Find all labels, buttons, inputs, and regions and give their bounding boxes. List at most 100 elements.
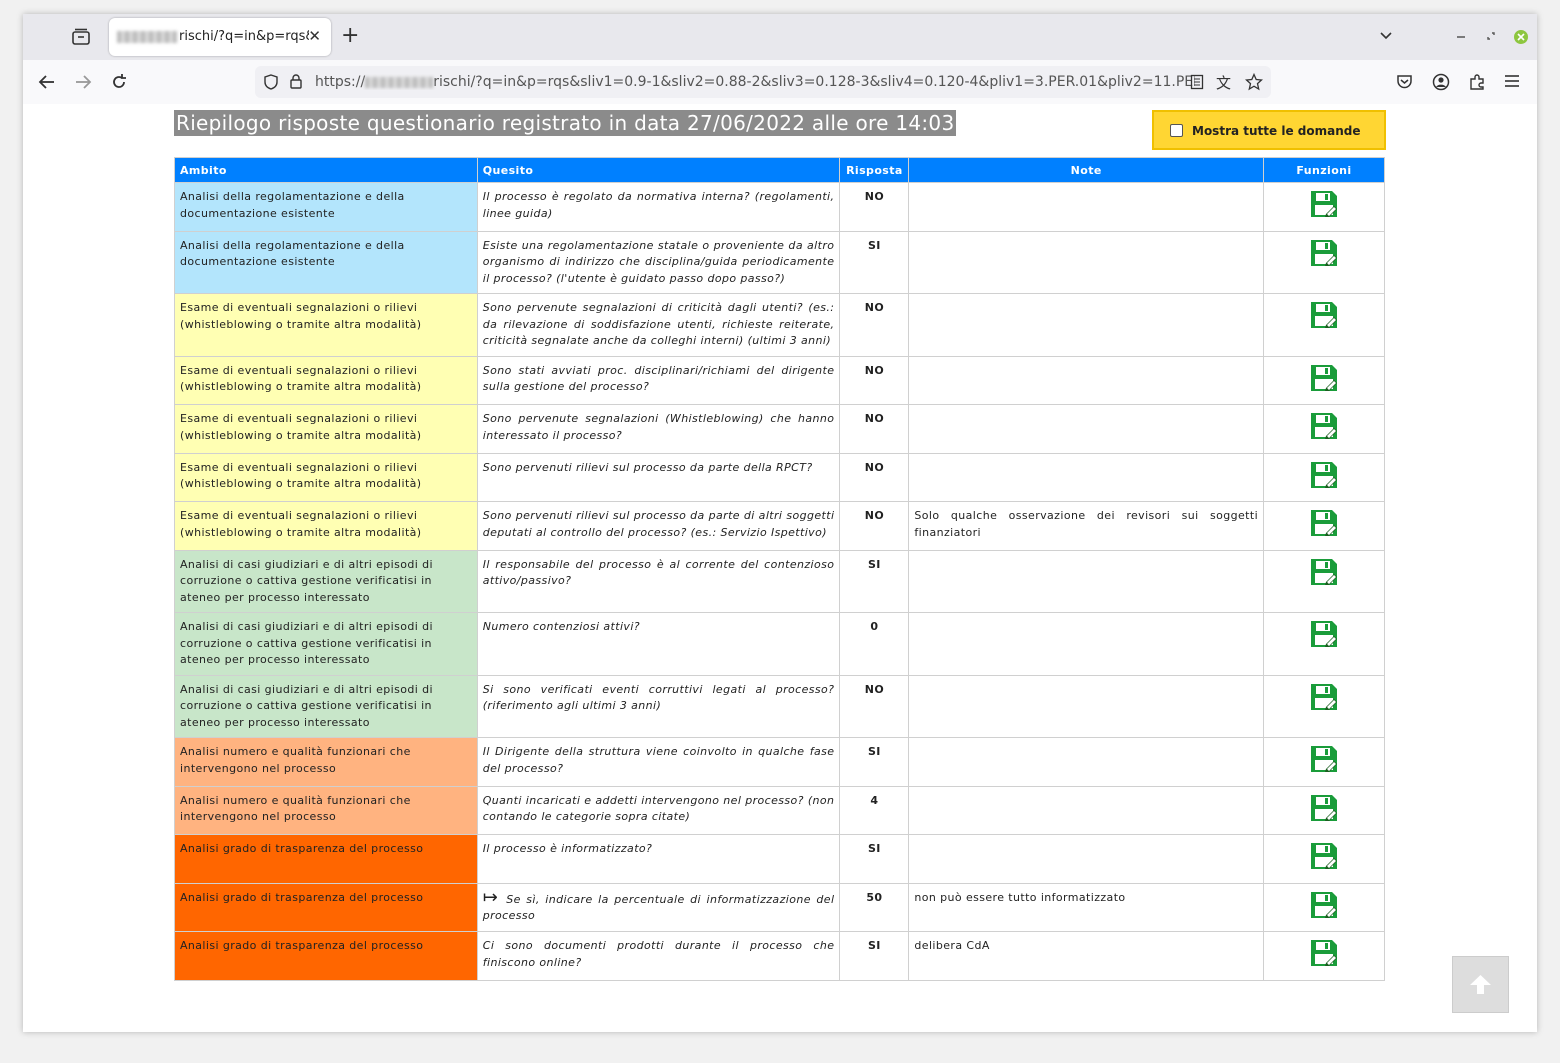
save-icon xyxy=(1311,746,1338,772)
note-cell: non può essere tutto informatizzato xyxy=(908,882,1265,932)
save-icon xyxy=(1311,239,1338,266)
reader-view-icon[interactable] xyxy=(1190,74,1204,90)
scroll-to-top-button[interactable] xyxy=(1452,956,1509,1013)
note-cell xyxy=(908,612,1265,676)
risposta-cell: SI xyxy=(839,549,910,613)
translate-icon[interactable]: 文 xyxy=(1216,72,1231,93)
risposta-cell: SI xyxy=(839,931,910,981)
pocket-icon[interactable] xyxy=(1396,73,1413,90)
funzioni-cell xyxy=(1263,230,1385,294)
ambito-text: Analisi di casi giudiziari e di altri ep… xyxy=(180,682,433,729)
funzioni-cell xyxy=(1263,404,1385,454)
edit-save-button[interactable] xyxy=(1309,191,1339,222)
minimize-icon[interactable] xyxy=(1457,35,1465,39)
edit-save-button[interactable] xyxy=(1309,746,1339,777)
funzioni-cell xyxy=(1263,785,1385,835)
quesito-cell: Sono pervenuti rilievi sul processo da p… xyxy=(476,452,841,502)
edit-save-button[interactable] xyxy=(1309,621,1339,652)
question-text: Il processo è regolato da normativa inte… xyxy=(482,190,835,220)
edit-save-button[interactable] xyxy=(1309,794,1339,826)
funzioni-cell xyxy=(1263,931,1385,981)
browser-tab[interactable]: rischi/?q=in&p=rqs&s ✕ xyxy=(109,18,331,56)
ambito-text: Analisi della regolamentazione e della d… xyxy=(180,238,405,269)
account-icon[interactable] xyxy=(1432,73,1450,91)
question-text: Il processo è informatizzato? xyxy=(482,842,653,855)
funzioni-cell xyxy=(1263,452,1385,502)
tracking-shield-icon[interactable] xyxy=(263,74,279,90)
table-row: Esame di eventuali segnalazioni o riliev… xyxy=(174,404,1385,454)
edit-save-button[interactable] xyxy=(1309,302,1339,333)
quesito-cell: Sono pervenute segnalazioni di criticità… xyxy=(476,293,841,357)
note-cell xyxy=(908,452,1265,502)
note-cell xyxy=(908,834,1265,884)
close-window-icon[interactable] xyxy=(1513,29,1529,45)
question-text: Sono pervenuti rilievi sul processo da p… xyxy=(482,460,813,474)
ambito-cell: Esame di eventuali segnalazioni o riliev… xyxy=(174,452,478,502)
bookmark-star-icon[interactable] xyxy=(1245,73,1263,91)
note-cell: delibera CdA xyxy=(908,931,1265,981)
edit-save-button[interactable] xyxy=(1309,413,1339,444)
address-bar[interactable]: https:// rischi/?q=in&p=rqs&sliv1=0.9-1&s… xyxy=(255,66,1271,98)
menu-icon[interactable] xyxy=(1505,75,1519,87)
tab-overview-icon[interactable] xyxy=(70,26,92,48)
ambito-text: Esame di eventuali segnalazioni o riliev… xyxy=(180,412,422,442)
question-text: Sono pervenuti rilievi sul processo da p… xyxy=(482,509,835,539)
edit-save-button[interactable] xyxy=(1309,940,1339,971)
quesito-cell: Il responsabile del processo è al corren… xyxy=(476,549,841,613)
show-all-questions-label: Mostra tutte le domande xyxy=(1192,124,1361,138)
ambito-text: Analisi della regolamentazione e della d… xyxy=(180,190,405,220)
edit-save-button[interactable] xyxy=(1309,461,1339,493)
page-title: Riepilogo risposte questionario registra… xyxy=(174,110,957,136)
table-row: Analisi della regolamentazione e della d… xyxy=(174,230,1385,294)
risposta-cell: NO xyxy=(839,674,910,738)
blurred-domain xyxy=(117,31,177,43)
edit-save-button[interactable] xyxy=(1309,364,1339,396)
restore-icon[interactable] xyxy=(1486,31,1496,41)
funzioni-cell xyxy=(1263,355,1385,405)
reload-icon[interactable] xyxy=(110,73,128,91)
new-tab-button[interactable]: + xyxy=(341,25,359,47)
ambito-text: Analisi numero e qualità funzionari che … xyxy=(180,793,411,824)
edit-save-button[interactable] xyxy=(1309,683,1339,715)
show-all-questions-checkbox[interactable] xyxy=(1170,124,1183,137)
save-icon xyxy=(1311,302,1338,328)
edit-save-button[interactable] xyxy=(1309,510,1339,541)
ambito-cell: Esame di eventuali segnalazioni o riliev… xyxy=(174,355,478,405)
risposta-cell: SI xyxy=(839,834,910,884)
url-path: rischi/?q=in&p=rqs&sliv1=0.9-1&sliv2=0.8… xyxy=(433,74,1195,90)
extensions-icon[interactable] xyxy=(1468,73,1486,91)
question-text: Sono pervenute segnalazioni (Whistleblow… xyxy=(482,412,835,442)
save-icon xyxy=(1311,794,1338,821)
back-icon[interactable] xyxy=(38,74,56,90)
table-row: Esame di eventuali segnalazioni o riliev… xyxy=(174,355,1385,405)
funzioni-cell xyxy=(1263,674,1385,738)
note-cell xyxy=(908,355,1265,405)
tab-close-icon[interactable]: ✕ xyxy=(308,27,321,45)
question-text: Numero contenziosi attivi? xyxy=(482,620,641,633)
edit-save-button[interactable] xyxy=(1309,558,1339,590)
show-all-questions-toggle[interactable]: Mostra tutte le domande xyxy=(1152,110,1386,150)
risposta-cell: 50 xyxy=(839,882,910,932)
save-icon xyxy=(1311,461,1338,488)
tab-list-chevron-icon[interactable] xyxy=(1379,31,1393,41)
quesito-cell: ↦ Se sì, indicare la percentuale di infor… xyxy=(476,882,841,932)
save-icon xyxy=(1311,683,1338,710)
funzioni-cell xyxy=(1263,882,1385,932)
quesito-cell: Sono stati avviati proc. disciplinari/ri… xyxy=(476,355,841,405)
blurred-domain xyxy=(365,76,434,88)
risposta-cell: SI xyxy=(839,230,910,294)
quesito-cell: Esiste una regolamentazione statale o pr… xyxy=(476,230,841,294)
risposta-cell: NO xyxy=(839,452,910,502)
edit-save-button[interactable] xyxy=(1309,239,1339,271)
ambito-cell: Analisi della regolamentazione e della d… xyxy=(174,182,478,232)
ambito-text: Analisi grado di trasparenza del process… xyxy=(180,842,424,855)
edit-save-button[interactable] xyxy=(1309,843,1339,874)
save-icon xyxy=(1311,891,1338,918)
edit-save-button[interactable] xyxy=(1309,891,1339,923)
lock-icon[interactable] xyxy=(289,73,303,90)
forward-icon[interactable] xyxy=(74,74,92,90)
ambito-cell: Analisi numero e qualità funzionari che … xyxy=(174,737,478,787)
quesito-cell: Il processo è informatizzato? xyxy=(476,834,841,884)
table-row: Analisi di casi giudiziari e di altri ep… xyxy=(174,612,1385,676)
ambito-text: Esame di eventuali segnalazioni o riliev… xyxy=(180,301,422,331)
